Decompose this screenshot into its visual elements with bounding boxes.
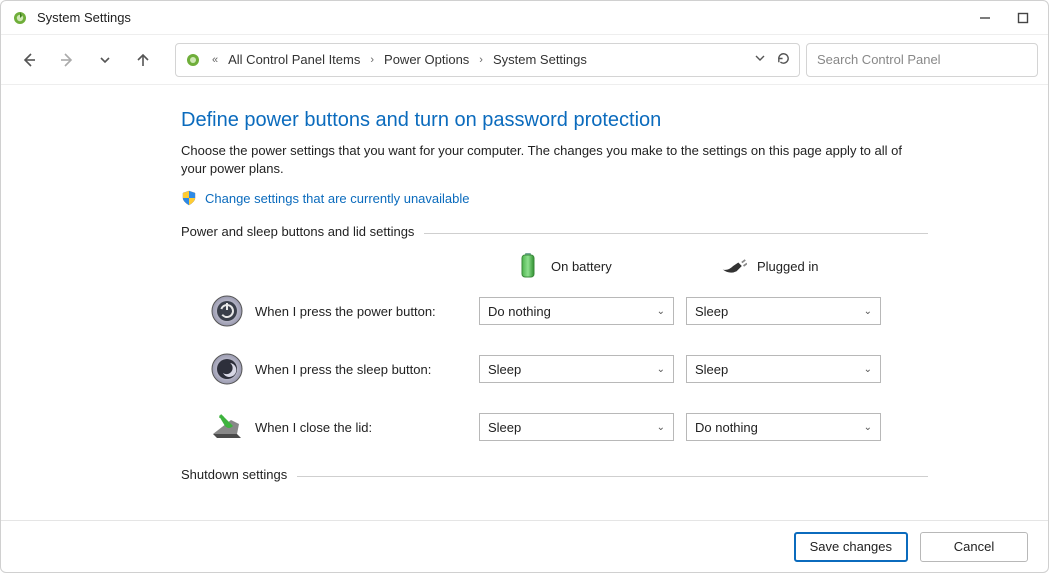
app-icon <box>11 9 29 27</box>
forward-button[interactable] <box>53 46 81 74</box>
breadcrumb-chevron-down-icon[interactable] <box>754 52 766 67</box>
power-button-icon <box>209 293 245 329</box>
uac-shield-icon <box>181 190 197 206</box>
breadcrumb-icon <box>184 51 202 69</box>
sleep-button-row-label: When I press the sleep button: <box>255 362 479 377</box>
refresh-icon[interactable] <box>776 51 791 69</box>
window-title: System Settings <box>37 10 131 25</box>
recent-chevron-icon[interactable] <box>91 46 119 74</box>
page-description: Choose the power settings that you want … <box>181 142 911 178</box>
column-battery-label: On battery <box>551 259 612 274</box>
power-button-battery-dropdown[interactable]: Do nothing ⌄ <box>479 297 674 325</box>
battery-icon <box>515 253 541 279</box>
chevron-right-icon: › <box>477 54 485 66</box>
maximize-button[interactable] <box>1004 4 1042 32</box>
chevron-down-icon: ⌄ <box>864 364 872 375</box>
chevron-down-icon: ⌄ <box>864 422 872 433</box>
change-settings-link[interactable]: Change settings that are currently unava… <box>205 191 470 206</box>
search-input[interactable] <box>806 43 1038 77</box>
sleep-button-plugged-dropdown[interactable]: Sleep ⌄ <box>686 355 881 383</box>
up-button[interactable] <box>129 46 157 74</box>
save-changes-button[interactable]: Save changes <box>794 532 908 562</box>
chevron-left-double-icon[interactable]: « <box>210 54 220 66</box>
lid-row-label: When I close the lid: <box>255 420 479 435</box>
cancel-button[interactable]: Cancel <box>920 532 1028 562</box>
breadcrumb-item[interactable]: Power Options <box>384 52 469 67</box>
group-heading: Shutdown settings <box>181 467 297 482</box>
chevron-down-icon: ⌄ <box>657 306 665 317</box>
sleep-button-battery-dropdown[interactable]: Sleep ⌄ <box>479 355 674 383</box>
breadcrumb[interactable]: « All Control Panel Items › Power Option… <box>175 43 800 77</box>
breadcrumb-item[interactable]: System Settings <box>493 52 587 67</box>
chevron-down-icon: ⌄ <box>864 306 872 317</box>
power-plug-icon <box>721 253 747 279</box>
power-button-row-label: When I press the power button: <box>255 304 479 319</box>
breadcrumb-item[interactable]: All Control Panel Items <box>228 52 360 67</box>
page-title: Define power buttons and turn on passwor… <box>181 109 1048 132</box>
minimize-button[interactable] <box>966 4 1004 32</box>
group-heading: Power and sleep buttons and lid settings <box>181 224 424 239</box>
sleep-button-icon <box>209 351 245 387</box>
chevron-right-icon: › <box>368 54 376 66</box>
lid-plugged-dropdown[interactable]: Do nothing ⌄ <box>686 413 881 441</box>
chevron-down-icon: ⌄ <box>657 422 665 433</box>
chevron-down-icon: ⌄ <box>657 364 665 375</box>
column-plugged-label: Plugged in <box>757 259 818 274</box>
lid-close-icon <box>209 409 245 445</box>
back-button[interactable] <box>15 46 43 74</box>
power-button-plugged-dropdown[interactable]: Sleep ⌄ <box>686 297 881 325</box>
lid-battery-dropdown[interactable]: Sleep ⌄ <box>479 413 674 441</box>
